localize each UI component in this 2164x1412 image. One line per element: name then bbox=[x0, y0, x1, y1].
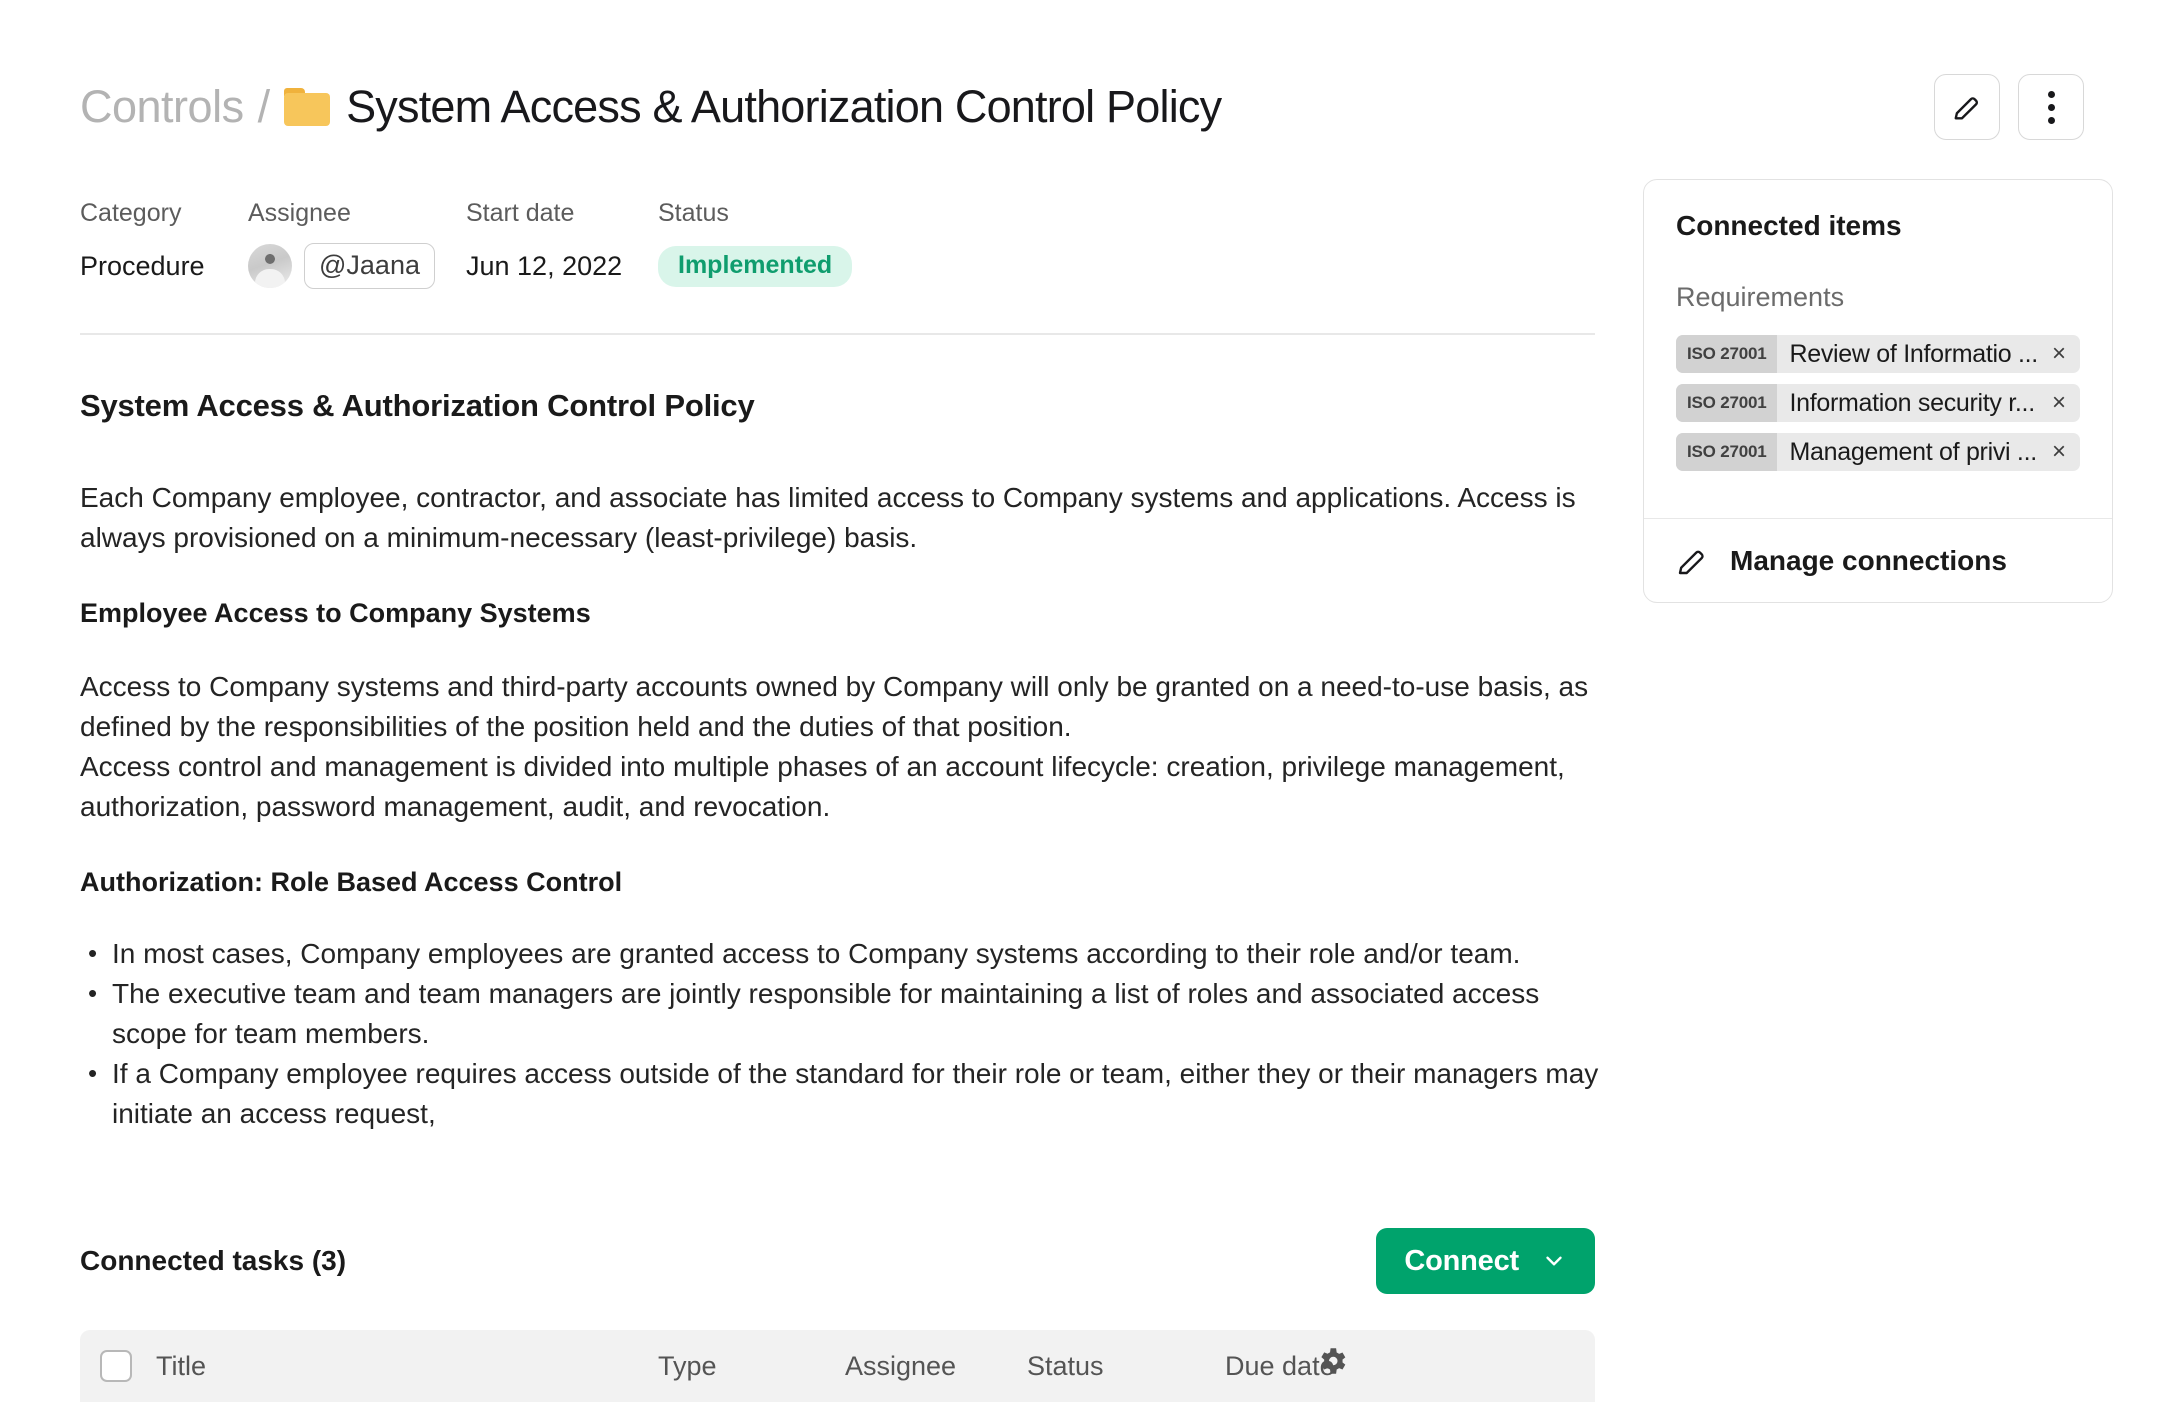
document-intro: Each Company employee, contractor, and a… bbox=[80, 482, 1576, 553]
requirement-item[interactable]: ISO 27001 Management of privi ... × bbox=[1676, 433, 2080, 471]
pencil-icon bbox=[1954, 97, 1979, 120]
column-header-title[interactable]: Title bbox=[156, 1351, 206, 1382]
list-item: If a Company employee requires access ou… bbox=[80, 1053, 1600, 1134]
list-item: The executive team and team managers are… bbox=[80, 973, 1600, 1054]
remove-requirement-icon[interactable]: × bbox=[2048, 335, 2080, 373]
section1-paragraph-2: Access control and management is divided… bbox=[80, 751, 1565, 822]
requirement-standard-tag: ISO 27001 bbox=[1676, 335, 1778, 373]
meta-assignee: Assignee @Jaana bbox=[248, 196, 466, 289]
connected-items-panel: Connected items Requirements ISO 27001 R… bbox=[1643, 179, 2113, 603]
manage-connections-button[interactable]: Manage connections bbox=[1644, 518, 2112, 602]
requirement-item[interactable]: ISO 27001 Information security r... × bbox=[1676, 384, 2080, 422]
pencil-icon bbox=[1678, 550, 1704, 574]
category-label: Category bbox=[80, 199, 182, 227]
remove-requirement-icon[interactable]: × bbox=[2048, 384, 2080, 422]
header-actions bbox=[1934, 74, 2084, 140]
control-detail-page: Controls / System Access & Authorization… bbox=[0, 0, 2164, 1412]
start-date-value[interactable]: Jun 12, 2022 bbox=[466, 244, 658, 288]
start-date-label: Start date bbox=[466, 199, 575, 227]
requirement-name: Information security r... bbox=[1789, 388, 2035, 417]
assignee-value-wrap: @Jaana bbox=[248, 243, 466, 289]
tasks-table-header: Title Type Assignee Status Due date bbox=[80, 1330, 1595, 1402]
requirement-name: Management of privi ... bbox=[1789, 437, 2037, 466]
breadcrumb: Controls / System Access & Authorization… bbox=[80, 81, 1910, 133]
requirement-standard-tag: ISO 27001 bbox=[1676, 433, 1778, 471]
more-options-button[interactable] bbox=[2018, 74, 2084, 140]
meta-category: Category Procedure bbox=[80, 196, 248, 288]
kebab-menu-icon bbox=[2047, 90, 2055, 124]
status-label: Status bbox=[658, 199, 729, 227]
connected-items-body: Connected items Requirements ISO 27001 R… bbox=[1644, 180, 2112, 518]
document-heading: System Access & Authorization Control Po… bbox=[80, 388, 755, 423]
column-header-assignee[interactable]: Assignee bbox=[845, 1351, 956, 1382]
manage-connections-label: Manage connections bbox=[1730, 544, 2007, 576]
table-settings-button[interactable] bbox=[1315, 1344, 1349, 1383]
column-header-type[interactable]: Type bbox=[658, 1351, 717, 1382]
column-header-status[interactable]: Status bbox=[1027, 1351, 1104, 1382]
edit-button[interactable] bbox=[1934, 74, 2000, 140]
status-badge[interactable]: Implemented bbox=[658, 245, 853, 287]
folder-icon bbox=[284, 88, 331, 126]
header-divider bbox=[80, 333, 1595, 335]
requirement-standard-tag: ISO 27001 bbox=[1676, 384, 1778, 422]
list-item: In most cases, Company employees are gra… bbox=[80, 933, 1600, 974]
requirement-name: Review of Informatio ... bbox=[1789, 339, 2038, 368]
connected-items-title: Connected items bbox=[1676, 210, 1902, 241]
page-title: System Access & Authorization Control Po… bbox=[346, 81, 1222, 132]
policy-document: System Access & Authorization Control Po… bbox=[80, 388, 1600, 1134]
avatar bbox=[248, 244, 292, 288]
section1-paragraph-1: Access to Company systems and third-part… bbox=[80, 671, 1589, 742]
section-heading-employee-access: Employee Access to Company Systems bbox=[80, 598, 591, 628]
authorization-bullet-list: In most cases, Company employees are gra… bbox=[80, 933, 1600, 1134]
meta-start-date: Start date Jun 12, 2022 bbox=[466, 196, 658, 288]
connected-tasks-title: Connected tasks (3) bbox=[80, 1245, 347, 1276]
connect-button[interactable]: Connect bbox=[1376, 1228, 1595, 1294]
assignee-label: Assignee bbox=[248, 199, 351, 227]
status-value-wrap: Implemented bbox=[658, 244, 878, 288]
breadcrumb-parent-link[interactable]: Controls bbox=[80, 81, 244, 133]
category-value: Procedure bbox=[80, 250, 205, 281]
requirement-item[interactable]: ISO 27001 Review of Informatio ... × bbox=[1676, 335, 2080, 373]
breadcrumb-separator: / bbox=[257, 81, 271, 132]
connect-button-label: Connect bbox=[1404, 1244, 1519, 1277]
gear-icon bbox=[1321, 1348, 1346, 1374]
section-heading-authorization: Authorization: Role Based Access Control bbox=[80, 867, 623, 897]
assignee-chip[interactable]: @Jaana bbox=[304, 243, 435, 289]
page-header: Controls / System Access & Authorization… bbox=[80, 72, 2084, 142]
meta-status: Status Implemented bbox=[658, 196, 878, 288]
chevron-down-icon bbox=[1546, 1256, 1562, 1266]
requirements-subtitle: Requirements bbox=[1676, 282, 1845, 312]
select-all-checkbox[interactable] bbox=[100, 1350, 132, 1382]
connected-tasks-header: Connected tasks (3) Connect bbox=[80, 1228, 1595, 1294]
remove-requirement-icon[interactable]: × bbox=[2048, 433, 2080, 471]
metadata-row: Category Procedure Assignee @Jaana Start… bbox=[80, 196, 878, 289]
